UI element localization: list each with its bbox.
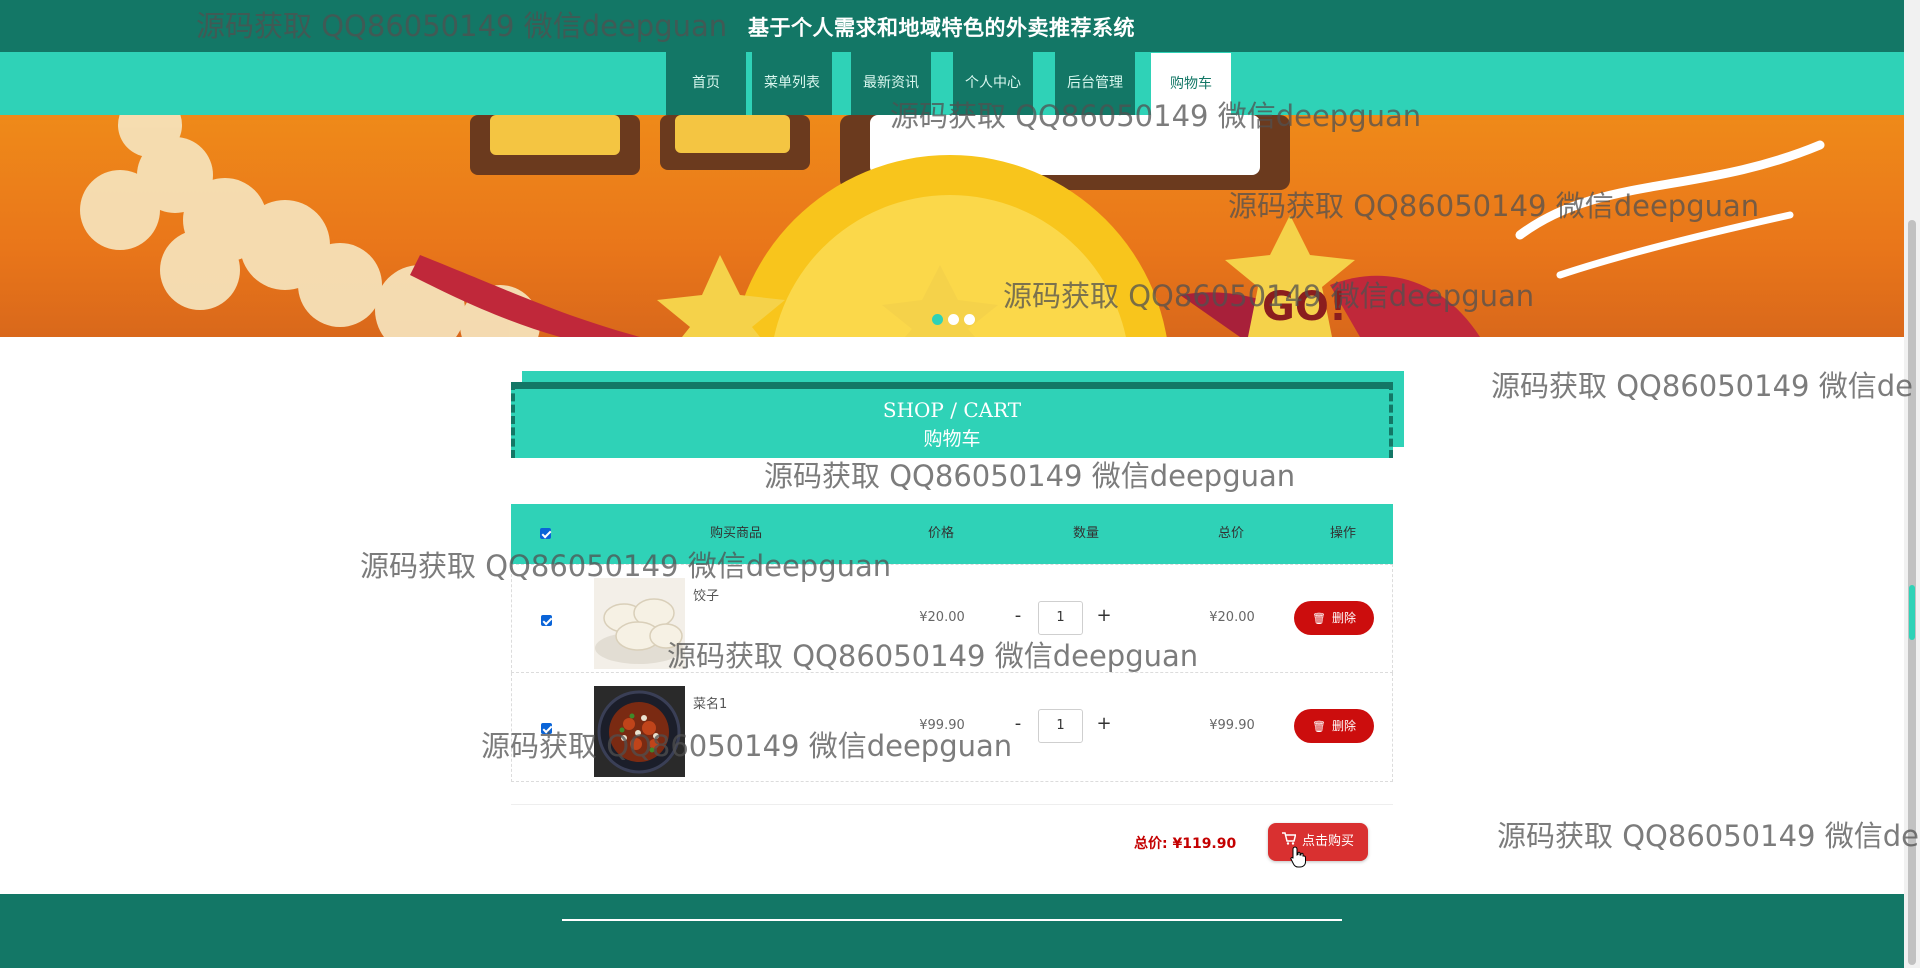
trash-icon: 🗑	[1312, 612, 1326, 625]
cart-row: 菜名1 ¥99.90 - 1 + ¥99.90 🗑 删除	[511, 673, 1393, 782]
main-nav: 首页 菜单列表 最新资讯 个人中心 后台管理 购物车	[0, 52, 1904, 115]
quantity-minus-button[interactable]: -	[1010, 713, 1026, 734]
cart-summary: 总价: ¥119.90 点击购买	[511, 804, 1393, 878]
buy-label: 点击购买	[1301, 834, 1354, 849]
product-name[interactable]: 菜名1	[693, 693, 727, 712]
nav-item-news[interactable]: 最新资讯	[851, 52, 931, 115]
banner-illustration: GO!	[80, 115, 1825, 337]
svg-text:GO!: GO!	[1262, 284, 1347, 330]
quantity-minus-button[interactable]: -	[1010, 605, 1026, 626]
footer-divider	[562, 919, 1342, 921]
item-price: ¥99.90	[919, 718, 965, 733]
quantity-plus-button[interactable]: +	[1096, 713, 1112, 734]
col-header-quantity: 数量	[1072, 526, 1099, 541]
page-scrollbar[interactable]	[1904, 0, 1920, 968]
delete-label: 删除	[1331, 719, 1356, 733]
nav-item-home[interactable]: 首页	[666, 52, 746, 115]
col-header-price: 价格	[927, 526, 954, 541]
select-all-checkbox[interactable]	[540, 528, 551, 539]
quantity-input[interactable]: 1	[1038, 601, 1083, 635]
item-checkbox[interactable]	[541, 615, 552, 626]
nav-item-menu-list[interactable]: 菜单列表	[752, 52, 832, 115]
nav-item-personal-center[interactable]: 个人中心	[953, 52, 1033, 115]
promo-banner[interactable]: GO!	[0, 115, 1904, 337]
col-header-actions: 操作	[1329, 526, 1356, 541]
delete-button[interactable]: 🗑 删除	[1294, 601, 1374, 635]
cart-row: 饺子 ¥20.00 - 1 + ¥20.00 🗑 删除	[511, 564, 1393, 673]
item-checkbox[interactable]	[541, 723, 552, 734]
col-header-product: 购买商品	[709, 526, 762, 541]
mouse-pointer-icon	[1290, 846, 1306, 872]
watermark-text: 源码获取 QQ86050149 微信de	[1497, 819, 1919, 853]
item-total: ¥99.90	[1209, 718, 1255, 733]
carousel-dot-3[interactable]	[964, 314, 975, 325]
trash-icon: 🗑	[1312, 720, 1326, 733]
nav-item-admin[interactable]: 后台管理	[1055, 52, 1135, 115]
watermark-text: 源码获取 QQ86050149 微信deepguan	[764, 459, 1296, 493]
watermark-text: 源码获取 QQ86050149 微信de	[1491, 369, 1913, 403]
col-header-total: 总价	[1217, 526, 1244, 541]
dumplings-image[interactable]	[594, 578, 685, 669]
cart-table-header: 购买商品 价格 数量 总价 操作	[511, 504, 1393, 564]
buy-button[interactable]: 点击购买	[1268, 823, 1368, 861]
item-total: ¥20.00	[1209, 610, 1255, 625]
item-price: ¥20.00	[919, 610, 965, 625]
carousel-dot-2[interactable]	[948, 314, 959, 325]
section-title-en: SHOP / CART	[882, 398, 1022, 422]
site-header: 基于个人需求和地域特色的外卖推荐系统	[0, 0, 1904, 52]
site-title: 基于个人需求和地域特色的外卖推荐系统	[748, 16, 1135, 40]
quantity-plus-button[interactable]: +	[1096, 605, 1112, 626]
stir-fry-dish-image[interactable]	[594, 686, 685, 777]
quantity-input[interactable]: 1	[1038, 709, 1083, 743]
section-title-cn: 购物车	[923, 428, 981, 450]
delete-label: 删除	[1331, 611, 1356, 625]
scrollbar-indicator	[1909, 585, 1915, 640]
nav-item-cart[interactable]: 购物车	[1151, 53, 1231, 115]
site-footer	[0, 894, 1904, 968]
total-price: 总价: ¥119.90	[1134, 836, 1237, 852]
section-title: SHOP / CART 购物车	[511, 382, 1393, 458]
product-name[interactable]: 饺子	[693, 585, 719, 604]
delete-button[interactable]: 🗑 删除	[1294, 709, 1374, 743]
carousel-dot-1[interactable]	[932, 314, 943, 325]
